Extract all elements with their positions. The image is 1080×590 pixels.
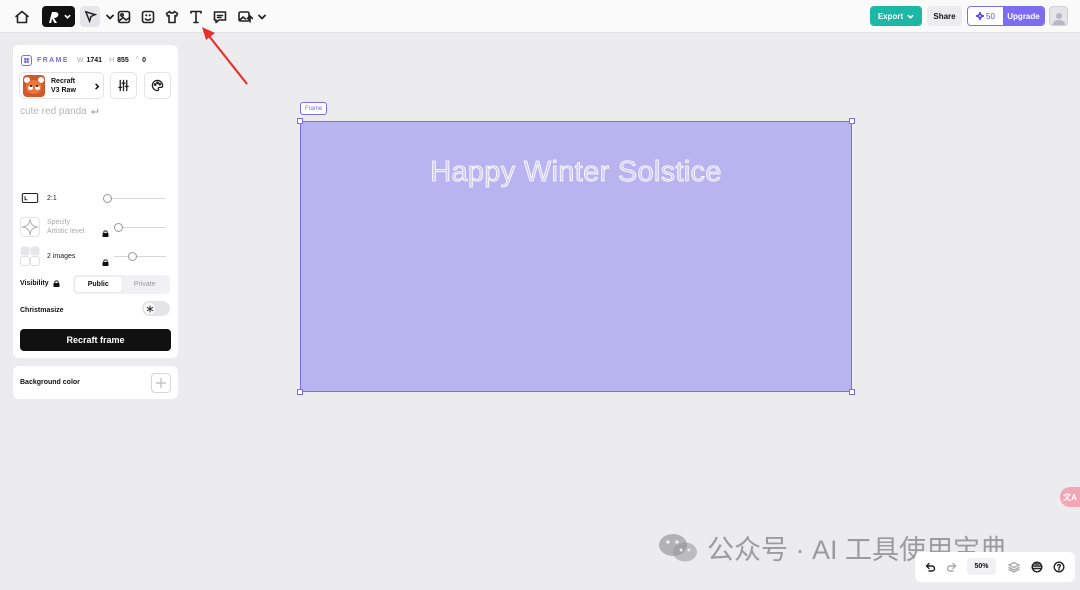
sliders-icon xyxy=(118,79,129,92)
comment-icon[interactable] xyxy=(210,7,230,27)
credits-counter[interactable]: 50 xyxy=(968,7,1003,25)
toggle-knob xyxy=(144,303,155,314)
slider-knob[interactable] xyxy=(114,223,123,232)
artistic-level-row: Specify Artistic level xyxy=(20,217,84,237)
aspect-ratio-label: 2:1 xyxy=(47,194,57,202)
image-grid-icon xyxy=(20,246,40,266)
artistic-level-label: Specify Artistic level xyxy=(47,218,84,236)
avatar[interactable] xyxy=(1049,6,1068,26)
user-icon xyxy=(1052,13,1065,25)
visibility-private-option[interactable]: Private xyxy=(122,277,169,292)
palette-icon xyxy=(151,79,164,92)
bottom-toolbar: 50% xyxy=(915,552,1075,582)
frame-settings-panel: FRAME W 1741 H 855 ⌜ 0 Recraft V3 Raw cu… xyxy=(13,45,178,358)
text-tool-icon[interactable] xyxy=(186,7,206,27)
mockup-shirt-icon[interactable] xyxy=(162,7,182,27)
plus-icon xyxy=(156,378,166,388)
sparkle-icon xyxy=(976,12,985,20)
lock-icon xyxy=(53,280,60,287)
visibility-toggle: Public Private xyxy=(73,275,170,294)
chevron-down-icon xyxy=(907,14,914,19)
aspect-ratio-icon xyxy=(20,188,40,208)
pointer-icon xyxy=(84,10,97,23)
aspect-ratio-row[interactable]: 2:1 xyxy=(20,188,57,208)
model-selector[interactable]: Recraft V3 Raw xyxy=(19,72,104,99)
prompt-text: cute red panda xyxy=(20,106,87,117)
resize-handle-bottom-left[interactable] xyxy=(297,389,303,395)
help-icon[interactable] xyxy=(1051,559,1067,575)
canvas-frame[interactable]: Happy Winter Solstice xyxy=(300,121,852,392)
snowflake-icon xyxy=(146,305,153,312)
corner-radius-field[interactable]: 0 xyxy=(142,57,146,64)
resize-handle-top-right[interactable] xyxy=(849,118,855,124)
visibility-public-option[interactable]: Public xyxy=(75,277,122,292)
style-library-icon[interactable] xyxy=(1029,559,1045,575)
model-name-line1: Recraft xyxy=(51,77,76,85)
export-label: Export xyxy=(877,11,904,21)
home-icon[interactable] xyxy=(12,7,32,27)
frame-label: FRAME xyxy=(37,56,69,64)
top-toolbar: Export Share 50 Upgrade xyxy=(0,0,1080,33)
slider-knob[interactable] xyxy=(103,194,112,203)
height-key: H xyxy=(109,56,115,64)
christmasize-toggle[interactable] xyxy=(142,301,170,316)
zoom-level[interactable]: 50% xyxy=(967,558,996,575)
share-button[interactable]: Share xyxy=(927,6,962,26)
red-panda-thumbnail xyxy=(23,74,45,97)
frame-headline-text[interactable]: Happy Winter Solstice xyxy=(301,156,851,189)
adjustments-button[interactable] xyxy=(110,72,137,99)
credits-value: 50 xyxy=(986,11,995,21)
recraft-logo-icon xyxy=(49,11,59,23)
style-palette-button[interactable] xyxy=(144,72,171,99)
images-count-label: 2 images xyxy=(47,252,76,260)
aspect-ratio-slider[interactable] xyxy=(103,194,166,203)
lock-icon xyxy=(102,253,109,266)
image-icon[interactable] xyxy=(114,7,134,27)
layers-icon[interactable] xyxy=(1006,559,1022,575)
resize-handle-bottom-right[interactable] xyxy=(849,389,855,395)
chevron-down-icon[interactable] xyxy=(252,7,272,27)
slider-knob[interactable] xyxy=(128,252,137,261)
chevron-right-icon xyxy=(93,77,100,95)
undo-icon[interactable] xyxy=(922,559,938,575)
translate-badge[interactable]: 文A xyxy=(1060,487,1080,507)
width-field[interactable]: 1741 xyxy=(87,57,103,64)
resize-handle-top-left[interactable] xyxy=(297,118,303,124)
visibility-label: Visibility xyxy=(20,280,60,287)
visibility-text: Visibility xyxy=(20,280,49,287)
export-button[interactable]: Export xyxy=(870,6,922,26)
corner-radius-icon: ⌜ xyxy=(135,57,140,64)
artistic-level-line2: Artistic level xyxy=(47,228,85,235)
artistic-level-slider[interactable] xyxy=(114,223,166,232)
sticker-icon[interactable] xyxy=(138,7,158,27)
prompt-input[interactable]: cute red panda xyxy=(20,106,99,117)
height-field[interactable]: 855 xyxy=(117,57,129,64)
enter-return-icon xyxy=(90,108,99,115)
add-background-color-button[interactable] xyxy=(151,373,171,393)
images-count-slider[interactable] xyxy=(114,252,166,261)
width-key: W xyxy=(76,56,84,64)
christmasize-label: Christmasize xyxy=(20,307,64,314)
model-name-line2: V3 Raw xyxy=(51,86,76,94)
credits-upgrade-group: 50 Upgrade xyxy=(967,6,1045,26)
artistic-level-line1: Specify xyxy=(47,219,70,226)
frame-icon xyxy=(21,54,32,66)
chevron-down-icon xyxy=(64,14,71,19)
upgrade-button[interactable]: Upgrade xyxy=(1003,7,1044,25)
lock-icon xyxy=(102,224,109,237)
background-color-label: Background color xyxy=(20,379,80,386)
frame-header: FRAME W 1741 H 855 ⌜ 0 xyxy=(21,54,153,66)
model-name: Recraft V3 Raw xyxy=(51,77,93,95)
redo-icon[interactable] xyxy=(944,559,960,575)
pointer-tool-button[interactable] xyxy=(80,6,100,27)
recraft-logo-menu[interactable] xyxy=(42,6,75,27)
recraft-frame-button[interactable]: Recraft frame xyxy=(20,329,171,351)
sparkle-star-icon xyxy=(20,217,40,237)
wechat-logo-icon xyxy=(659,533,697,561)
frame-tag[interactable]: Frame xyxy=(300,102,328,115)
images-count-row: 2 images xyxy=(20,246,75,266)
background-color-panel: Background color xyxy=(13,366,178,399)
